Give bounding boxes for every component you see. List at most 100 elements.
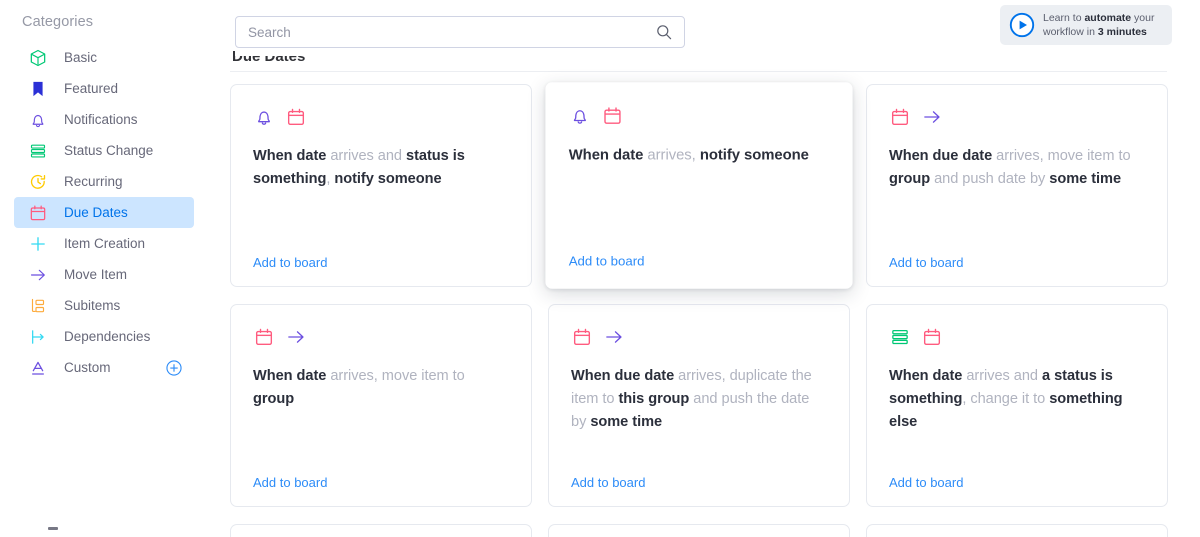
dependency-icon xyxy=(28,327,48,347)
card-icons xyxy=(889,105,1145,129)
bell-icon xyxy=(28,110,48,130)
plus-icon xyxy=(28,234,48,254)
card-text-variable: some time xyxy=(1049,171,1122,187)
card-text-variable: When xyxy=(889,148,933,164)
automation-card[interactable] xyxy=(866,524,1168,537)
card-description: When date arrives and a status is someth… xyxy=(889,365,1145,434)
automation-card[interactable]: When date arrives, move item to group Add… xyxy=(230,304,532,507)
card-text-static: , xyxy=(691,147,700,164)
card-icons xyxy=(253,325,509,349)
calendar-icon xyxy=(571,326,593,348)
card-text-variable: date xyxy=(613,147,644,164)
add-to-board-button[interactable]: Add to board xyxy=(253,475,327,490)
add-to-board-button[interactable]: Add to board xyxy=(889,255,963,270)
add-to-board-button[interactable]: Add to board xyxy=(569,253,645,268)
sidebar-title: Categories xyxy=(22,14,94,30)
calendar-icon xyxy=(285,106,307,128)
sidebar-item-notifications[interactable]: Notifications xyxy=(14,104,194,135)
sidebar-item-label: Featured xyxy=(64,81,119,96)
sidebar-item-basic[interactable]: Basic xyxy=(14,42,194,73)
automation-card[interactable]: When due date arrives, move item to grou… xyxy=(866,84,1168,287)
sidebar-item-move-item[interactable]: Move Item xyxy=(14,259,194,290)
automation-card[interactable]: When date arrives and a status is someth… xyxy=(866,304,1168,507)
card-text-variable: notify someone xyxy=(699,147,809,164)
card-text-variable: When xyxy=(889,368,933,384)
bell-icon xyxy=(569,105,591,127)
arrow-right-icon xyxy=(603,326,625,348)
sidebar-nav-list: Basic Featured Notifications Status Change R… xyxy=(0,42,230,383)
card-icons xyxy=(253,105,509,129)
automation-card[interactable] xyxy=(548,524,850,537)
search-icon[interactable] xyxy=(656,24,672,40)
cube-icon xyxy=(28,48,48,68)
card-text-static: arrives and xyxy=(962,368,1042,384)
sidebar-item-dependencies[interactable]: Dependencies xyxy=(14,321,194,352)
card-text-variable: group xyxy=(253,391,295,407)
card-description: When due date arrives, duplicate the ite… xyxy=(571,365,827,434)
sidebar: Categories Basic Featured Notifications Sta… xyxy=(0,0,230,537)
sidebar-item-label: Dependencies xyxy=(64,329,151,344)
card-icons xyxy=(569,104,830,128)
bookmark-icon xyxy=(28,79,48,99)
card-row: When date arrives and status is somethin… xyxy=(230,82,1175,289)
section-divider xyxy=(230,71,1167,72)
promo-line1-post: your xyxy=(1131,12,1155,24)
recurring-clock-icon xyxy=(28,172,48,192)
automation-card[interactable] xyxy=(230,524,532,537)
promo-banner[interactable]: Learn to automate your workflow in 3 min… xyxy=(1000,5,1172,45)
calendar-icon xyxy=(28,203,48,223)
card-text-static: , change it to xyxy=(962,391,1050,407)
plus-circle-icon[interactable] xyxy=(165,359,183,377)
status-lines-icon xyxy=(28,141,48,161)
sidebar-item-label: Move Item xyxy=(64,267,128,282)
promo-line1-bold: automate xyxy=(1084,12,1132,24)
card-row-partial xyxy=(230,524,1175,537)
card-text-variable: When xyxy=(568,147,614,164)
promo-line2-pre: workflow in xyxy=(1043,26,1098,38)
sidebar-item-label: Item Creation xyxy=(64,236,146,251)
arrow-right-icon xyxy=(28,265,48,285)
automation-card[interactable]: When due date arrives, duplicate the ite… xyxy=(548,304,850,507)
arrow-right-icon xyxy=(921,106,943,128)
card-description: When date arrives, move item to group xyxy=(253,365,509,411)
calendar-icon xyxy=(601,105,623,127)
add-to-board-button[interactable]: Add to board xyxy=(253,255,327,270)
calendar-icon xyxy=(253,326,275,348)
sidebar-item-status-change[interactable]: Status Change xyxy=(14,135,194,166)
sidebar-item-label: Recurring xyxy=(64,174,123,189)
sidebar-item-custom[interactable]: Custom xyxy=(14,352,194,383)
sidebar-item-label: Due Dates xyxy=(64,205,128,220)
automation-card[interactable]: When date arrives and status is somethin… xyxy=(230,84,532,287)
card-text-variable: someone xyxy=(377,171,442,187)
add-to-board-button[interactable]: Add to board xyxy=(571,475,645,490)
automation-card-grid: When date arrives and status is somethin… xyxy=(230,82,1175,537)
sidebar-item-subitems[interactable]: Subitems xyxy=(14,290,194,321)
calendar-icon xyxy=(921,326,943,348)
search-input[interactable] xyxy=(248,24,656,40)
calendar-icon xyxy=(889,106,911,128)
sidebar-item-due-dates[interactable]: Due Dates xyxy=(14,197,194,228)
status-lines-icon xyxy=(889,326,911,348)
search-box[interactable] xyxy=(235,16,685,48)
card-text-variable: When xyxy=(253,368,297,384)
card-text-variable: date xyxy=(296,368,327,384)
card-text-variable: due date xyxy=(614,368,675,384)
main-content: Learn to automate your workflow in 3 min… xyxy=(230,0,1200,537)
card-text-static: arrives, move item to xyxy=(326,368,465,384)
sidebar-item-featured[interactable]: Featured xyxy=(14,73,194,104)
sidebar-item-label: Notifications xyxy=(64,112,138,127)
card-text-static: arrives and xyxy=(326,148,406,164)
bell-icon xyxy=(253,106,275,128)
card-text-variable: When xyxy=(571,368,615,384)
automation-card[interactable]: When date arrives, notify someone Add to … xyxy=(545,82,853,289)
card-text-variable: When xyxy=(253,148,297,164)
top-bar: Learn to automate your workflow in 3 min… xyxy=(235,0,1200,56)
add-to-board-button[interactable]: Add to board xyxy=(889,475,963,490)
sidebar-item-label: Status Change xyxy=(64,143,154,158)
sidebar-item-recurring[interactable]: Recurring xyxy=(14,166,194,197)
sidebar-item-partial[interactable] xyxy=(48,527,58,530)
card-text-static: arrives xyxy=(643,147,692,164)
card-text-variable: due date xyxy=(932,148,993,164)
sidebar-item-item-creation[interactable]: Item Creation xyxy=(14,228,194,259)
sidebar-item-label: Subitems xyxy=(64,298,121,313)
